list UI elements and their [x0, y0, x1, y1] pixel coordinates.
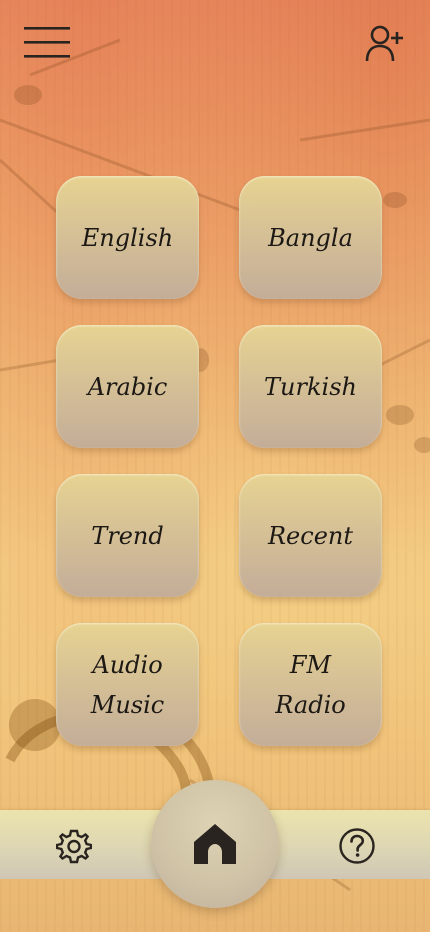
menu-button[interactable] [18, 18, 76, 64]
add-user-button[interactable] [360, 20, 408, 66]
category-label: Turkish [264, 372, 357, 401]
category-grid: English Bangla Arabic Turkish Trend Rece… [56, 176, 382, 746]
category-arabic-button[interactable]: Arabic [56, 325, 199, 448]
category-label: Trend [91, 521, 164, 550]
home-button[interactable] [151, 780, 279, 908]
category-recent-button[interactable]: Recent [239, 474, 382, 597]
category-label: Recent [267, 521, 354, 550]
category-fm-radio-button[interactable]: FM Radio [239, 623, 382, 746]
add-user-icon [365, 25, 403, 62]
category-label: Arabic [87, 372, 168, 401]
category-label: FM Radio [275, 650, 346, 719]
hamburger-menu-icon [24, 27, 70, 58]
category-audio-music-button[interactable]: Audio Music [56, 623, 199, 746]
category-bangla-button[interactable]: Bangla [239, 176, 382, 299]
settings-button[interactable] [52, 825, 96, 867]
category-trend-button[interactable]: Trend [56, 474, 199, 597]
category-turkish-button[interactable]: Turkish [239, 325, 382, 448]
help-button[interactable] [334, 825, 380, 867]
category-label: Audio Music [90, 650, 165, 719]
home-icon [194, 824, 236, 864]
category-label: Bangla [268, 223, 353, 252]
category-label: English [81, 223, 174, 252]
category-english-button[interactable]: English [56, 176, 199, 299]
help-icon [339, 828, 375, 864]
gear-icon [56, 829, 92, 864]
